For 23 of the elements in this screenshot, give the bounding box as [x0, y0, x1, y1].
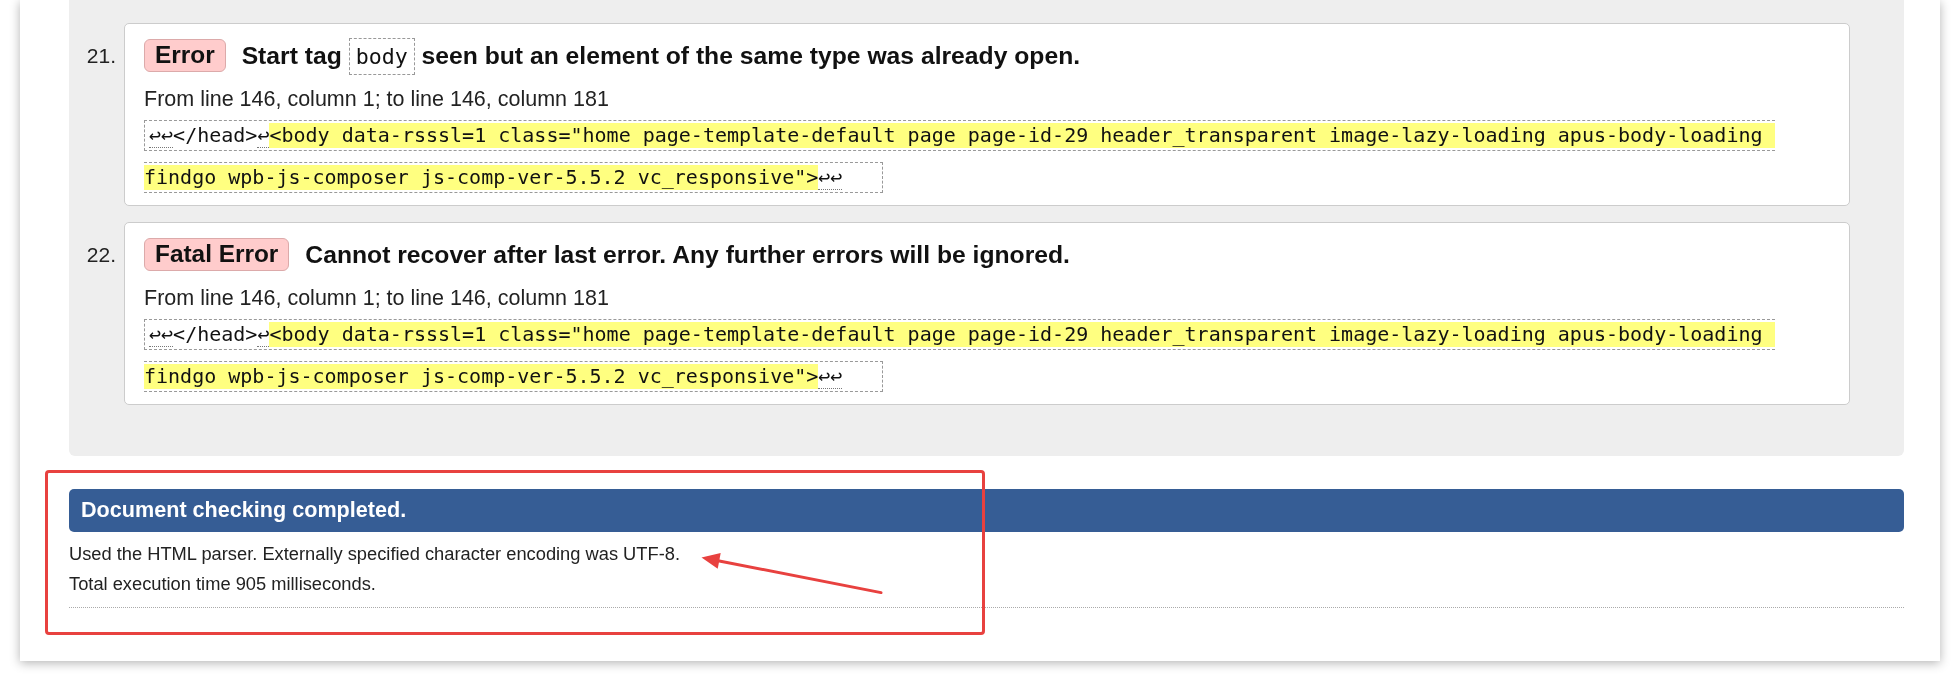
- location-text: From line 146, column 1; to line 146, column 181: [144, 285, 610, 311]
- location-text: From line 146, column 1; to line 146, column 181: [144, 86, 610, 112]
- summary-text: Total execution time 905 milliseconds.: [69, 572, 376, 596]
- code-text: </head>: [173, 123, 258, 148]
- highlighted-code: <body data-rsssl=1 class="home page-template-default page page-id-29 header_transparent image-lazy-loading apus-body-loading: [269, 322, 1775, 347]
- line-break-mark: ↩↩: [818, 364, 843, 389]
- code-text: </head>: [173, 322, 258, 347]
- line-break-mark: ↩↩: [818, 165, 843, 190]
- message-number: 21.: [86, 42, 116, 69]
- line-break-mark: ↩↩: [149, 123, 174, 148]
- message-text: Start tag: [241, 41, 342, 69]
- highlighted-code: findgo wpb-js-composer js-comp-ver-5.5.2 vc_responsive">: [144, 364, 819, 389]
- tag-code: body: [348, 37, 415, 75]
- severity-badge: Error: [144, 39, 226, 72]
- highlighted-code: findgo wpb-js-composer js-comp-ver-5.5.2 vc_responsive">: [144, 165, 819, 190]
- summary-text: Used the HTML parser. Externally specified character encoding was UTF-8.: [69, 542, 680, 566]
- message-number: 22.: [86, 241, 116, 268]
- message-text: Cannot recover after last error. Any further errors will be ignored.: [305, 241, 1070, 268]
- completion-heading: Document checking completed.: [69, 489, 1904, 532]
- severity-badge: Fatal Error: [144, 238, 290, 271]
- line-break-mark: ↩↩: [149, 322, 174, 347]
- message-text: seen but an element of the same type was already open.: [421, 41, 1081, 69]
- highlighted-code: <body data-rsssl=1 class="home page-template-default page page-id-29 header_transparent image-lazy-loading apus-body-loading: [269, 123, 1775, 148]
